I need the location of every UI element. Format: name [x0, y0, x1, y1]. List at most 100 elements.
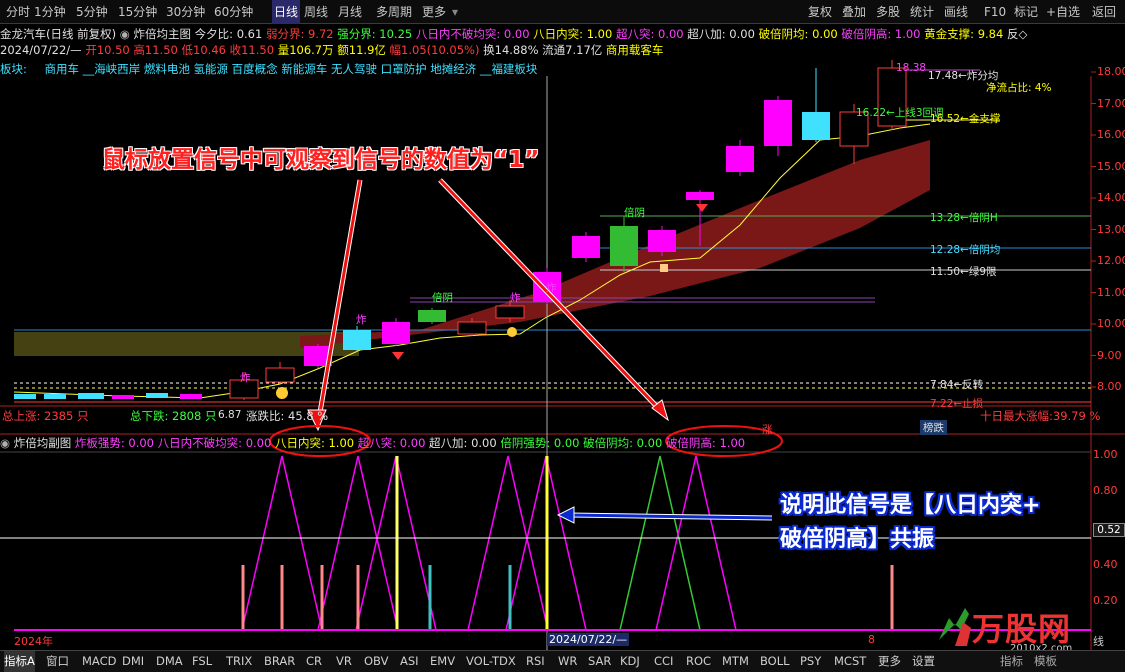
pobei-yinjun-value: 0.00: [812, 27, 838, 41]
indicator-tab[interactable]: VOL-TDX: [466, 651, 516, 672]
candle: [146, 393, 168, 398]
main-indicator-name[interactable]: 炸倍均主图: [134, 27, 192, 41]
timeframe-tab-1min[interactable]: 1分钟: [34, 0, 66, 24]
sub-axis-tick: 0.40: [1093, 558, 1118, 571]
indicator-tab[interactable]: SAR: [588, 651, 611, 672]
chao-ba-jia-label: 超八加:: [687, 27, 726, 41]
timeframe-tab-more[interactable]: 更多: [422, 0, 446, 24]
sector-item[interactable]: 商用车: [45, 62, 80, 76]
bottom-extra-tab[interactable]: 模板: [1034, 651, 1057, 672]
timeframe-tab-monthly[interactable]: 月线: [338, 0, 362, 24]
timeframe-tab-60min[interactable]: 60分钟: [214, 0, 253, 24]
sector-item[interactable]: 新能源车: [281, 62, 327, 76]
signal-triangle-icon: [696, 204, 708, 212]
signal-circle-icon: [276, 387, 288, 399]
fuquan-button[interactable]: 复权: [808, 0, 832, 24]
low-price-label: 6.87: [218, 409, 242, 421]
beiyin-jun-label: 12.28←倍阴均: [930, 244, 1001, 256]
chevron-down-icon[interactable]: ▾: [452, 0, 458, 24]
sector-item[interactable]: 福建板块: [491, 62, 537, 76]
signal-triangle: [505, 455, 587, 631]
sector-item[interactable]: 燃料电池: [144, 62, 190, 76]
indicator-tab[interactable]: WR: [558, 651, 577, 672]
bangdie-button[interactable]: 榜跌: [920, 420, 947, 435]
sub-cursor-value: 0.52: [1093, 523, 1125, 537]
sector-item[interactable]: 地摊经济: [430, 62, 476, 76]
indicator-tab[interactable]: MTM: [722, 651, 749, 672]
signal-triangle-icon: [392, 352, 404, 360]
indicator-tab[interactable]: DMA: [156, 651, 183, 672]
indicator-tab[interactable]: CR: [306, 651, 322, 672]
timeframe-tab-5min[interactable]: 5分钟: [76, 0, 108, 24]
biaoji-button[interactable]: 标记: [1014, 0, 1038, 24]
indicator-tab[interactable]: OBV: [364, 651, 388, 672]
indicator-tab[interactable]: KDJ: [620, 651, 640, 672]
quote-date: 2024/07/22/—: [0, 43, 82, 57]
sub-bari-tu-value: 1.00: [328, 436, 355, 450]
top-toolbar: 分时 1分钟 5分钟 15分钟 30分钟 60分钟 日线 周线 月线 多周期 更…: [0, 0, 1125, 24]
indicator-tab[interactable]: DMI: [122, 651, 144, 672]
sub-bari-buppo-value: 0.00: [245, 436, 272, 450]
indicator-tab[interactable]: 窗口: [46, 651, 69, 672]
timeframe-tab-daily[interactable]: 日线: [272, 0, 301, 24]
indicator-tab[interactable]: 更多: [878, 651, 901, 672]
indicator-tab[interactable]: CCI: [654, 651, 673, 672]
settings-circle-icon[interactable]: ◉: [120, 27, 134, 41]
indicator-tab[interactable]: TRIX: [226, 651, 252, 672]
bari-tu-value: 1.00: [586, 27, 613, 41]
indicator-tab[interactable]: EMV: [430, 651, 455, 672]
sector-item[interactable]: 海峡西岸: [94, 62, 140, 76]
candle: [343, 330, 371, 350]
sector-item[interactable]: 口罩防护: [381, 62, 427, 76]
candle: [495, 305, 525, 319]
timeframe-tab-weekly[interactable]: 周线: [304, 0, 328, 24]
sub-indicator-name[interactable]: 炸倍均副图: [14, 436, 72, 450]
quote-close: 收11.50: [229, 43, 275, 57]
indicator-tab[interactable]: 设置: [912, 651, 935, 672]
sector-item[interactable]: 百度概念: [232, 62, 278, 76]
signal-triangle: [619, 455, 701, 631]
bari-buppo-value: 0.00: [503, 27, 530, 41]
timeframe-tab-multi[interactable]: 多周期: [376, 0, 412, 24]
stock-name: 金龙汽车(日线 前复权): [0, 27, 117, 41]
overlay-button[interactable]: 叠加: [842, 0, 866, 24]
annotation-right-line2: 破倍阴高】共振: [780, 527, 935, 552]
indicator-tab[interactable]: 指标A: [4, 651, 35, 672]
indicator-tab[interactable]: ASI: [400, 651, 419, 672]
multi-stock-button[interactable]: 多股: [876, 0, 900, 24]
indicator-tab[interactable]: FSL: [192, 651, 212, 672]
drawline-button[interactable]: 画线: [944, 0, 968, 24]
sector-item[interactable]: 氢能源: [194, 62, 229, 76]
sub-pobei-yingao-value: 1.00: [719, 436, 746, 450]
indicator-tab[interactable]: PSY: [800, 651, 821, 672]
indicator-tab[interactable]: RSI: [526, 651, 545, 672]
settings-circle-icon[interactable]: ◉: [0, 436, 14, 450]
sub-chao-ba-jia-value: 0.00: [471, 436, 497, 450]
candle: [304, 346, 332, 366]
quote-industry: 商用载客车: [605, 43, 664, 57]
indicator-tab[interactable]: BRAR: [264, 651, 295, 672]
chao-ba-label: 超八突:: [615, 27, 655, 41]
indicator-tab[interactable]: MCST: [834, 651, 866, 672]
back-button[interactable]: 返回: [1092, 0, 1116, 24]
stats-button[interactable]: 统计: [910, 0, 934, 24]
quote-amount: 额11.9亿: [337, 43, 386, 57]
timeframe-tab-15min[interactable]: 15分钟: [118, 0, 157, 24]
signal-triangle: [467, 455, 549, 631]
indicator-tab[interactable]: MACD: [82, 651, 116, 672]
indicator-tab[interactable]: ROC: [686, 651, 711, 672]
price-axis-tick: 8.00: [1097, 380, 1122, 393]
indicator-tab[interactable]: VR: [336, 651, 352, 672]
main-price-chart[interactable]: [0, 0, 1125, 672]
indicator-tab[interactable]: BOLL: [760, 651, 790, 672]
f10-button[interactable]: F10: [984, 0, 1006, 24]
zhaban-label: 炸板强势:: [74, 436, 125, 450]
add-favorite-button[interactable]: +自选: [1046, 0, 1080, 24]
red-annotation-arrows: [307, 178, 669, 432]
bari-buppo-label: 八日内不破均突:: [415, 27, 501, 41]
timeframe-tab-fenshi[interactable]: 分时: [6, 0, 30, 24]
sector-item[interactable]: 无人驾驶: [331, 62, 377, 76]
timeframe-tab-30min[interactable]: 30分钟: [166, 0, 205, 24]
fanzhuan-label: 7.84←反转: [930, 379, 984, 391]
bottom-extra-tab[interactable]: 指标: [1000, 651, 1023, 672]
